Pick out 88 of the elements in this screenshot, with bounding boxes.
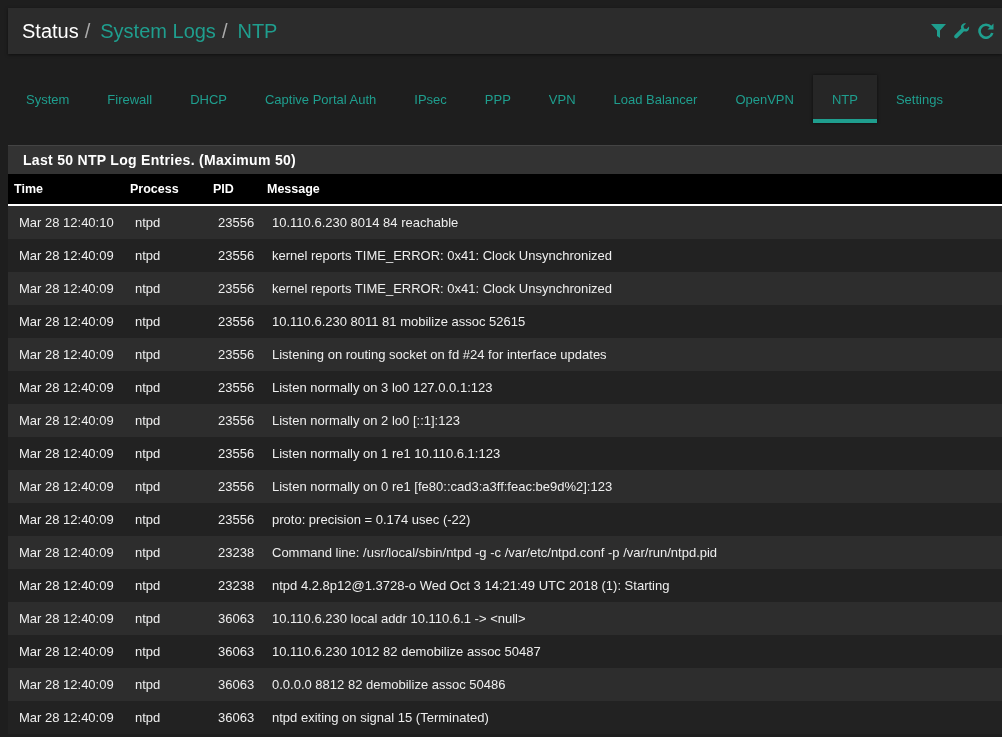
table-cell: ntpd 4.2.8p12@1.3728-o Wed Oct 3 14:21:49 UTC 2018 (1): Starting xyxy=(272,578,670,593)
table-cell-text: ntpd xyxy=(135,248,162,263)
tab[interactable]: PPP xyxy=(465,75,530,123)
breadcrumb-text: Status xyxy=(22,19,79,43)
table-cell-text: Mar 28 12:40:09 xyxy=(19,446,115,461)
table-cell: 10.110.6.230 8014 84 reachable xyxy=(272,215,459,230)
tab[interactable]: Load Balancer xyxy=(594,75,717,123)
table-cell-text: 23238 xyxy=(218,545,256,560)
table-cell: Listening on routing socket on fd #24 for interface updates xyxy=(272,347,607,362)
table-cell-text: 23556 xyxy=(218,446,256,461)
table-cell-text: ntpd xyxy=(135,281,162,296)
table-cell-text: ntpd xyxy=(135,479,162,494)
table-cell-text: ntpd xyxy=(135,380,162,395)
table-cell-text: 23556 xyxy=(218,512,256,527)
table-cell-text: Mar 28 12:40:09 xyxy=(19,248,115,263)
table-cell-text: ntpd xyxy=(135,644,162,659)
breadcrumb-link[interactable]: NTP xyxy=(237,19,278,43)
table-cell-text: ntpd xyxy=(135,677,162,692)
table-cell-text: Mar 28 12:40:09 xyxy=(19,677,115,692)
filter-icon[interactable] xyxy=(931,24,946,38)
tab[interactable]: IPsec xyxy=(395,75,466,123)
table-cell-text: ntpd xyxy=(135,545,162,560)
table-cell-text: 23556 xyxy=(218,380,256,395)
table-cell: proto: precision = 0.174 usec (-22) xyxy=(272,512,471,527)
table-cell-text: Mar 28 12:40:09 xyxy=(19,314,115,329)
table-cell-text: ntpd xyxy=(135,611,162,626)
table-cell-text: 23556 xyxy=(218,347,256,362)
column-header: Message xyxy=(267,182,320,196)
table-cell: Listen normally on 2 lo0 [::1]:123 xyxy=(272,413,460,428)
table-cell-text: 36063 xyxy=(218,644,256,659)
table-cell-text: Mar 28 12:40:09 xyxy=(19,710,115,725)
table-cell-text: ntpd xyxy=(135,512,162,527)
table-cell: ntpd exiting on signal 15 (Terminated) xyxy=(272,710,489,725)
table-cell-text: Mar 28 12:40:09 xyxy=(19,479,115,494)
table-cell-text: Mar 28 12:40:09 xyxy=(19,611,115,626)
table-cell-text: 23556 xyxy=(218,248,256,263)
table-cell: 10.110.6.230 local addr 10.110.6.1 -> <null> xyxy=(272,611,526,626)
table-cell-text: Mar 28 12:40:09 xyxy=(19,347,115,362)
tab[interactable]: Captive Portal Auth xyxy=(246,75,396,123)
table-cell-text: Mar 28 12:40:09 xyxy=(19,644,115,659)
table-cell-text: 23556 xyxy=(218,413,256,428)
tab[interactable]: Firewall xyxy=(88,75,172,123)
table-cell-text: ntpd xyxy=(135,347,162,362)
table-cell-text: Mar 28 12:40:09 xyxy=(19,512,115,527)
tab[interactable]: OpenVPN xyxy=(716,75,813,123)
tab[interactable]: NTP xyxy=(812,75,877,123)
table-cell-text: 36063 xyxy=(218,710,256,725)
table-cell-text: Mar 28 12:40:10 xyxy=(19,215,115,230)
breadcrumb-link[interactable]: System Logs xyxy=(100,19,216,43)
table-cell: kernel reports TIME_ERROR: 0x41: Clock Unsynchronized xyxy=(272,281,613,296)
table-cell-text: Mar 28 12:40:09 xyxy=(19,545,115,560)
table-cell: kernel reports TIME_ERROR: 0x41: Clock Unsynchronized xyxy=(272,248,613,263)
table-cell-text: Mar 28 12:40:09 xyxy=(19,380,115,395)
table-cell-text: ntpd xyxy=(135,578,162,593)
refresh-icon[interactable] xyxy=(978,23,994,39)
column-header: PID xyxy=(213,182,235,196)
table-cell: Listen normally on 1 re1 10.110.6.1:123 xyxy=(272,446,501,461)
tab[interactable]: System xyxy=(8,75,89,123)
tab[interactable]: DHCP xyxy=(171,75,246,123)
column-header: Time xyxy=(14,182,44,196)
column-header: Process xyxy=(130,182,180,196)
tab[interactable]: Settings xyxy=(876,75,962,123)
table-cell-text: Mar 28 12:40:09 xyxy=(19,281,115,296)
tab[interactable]: VPN xyxy=(529,75,595,123)
table-cell: 10.110.6.230 1012 82 demobilize assoc 50487 xyxy=(272,644,541,659)
table-cell-text: 36063 xyxy=(218,611,256,626)
table-cell-text: ntpd xyxy=(135,446,162,461)
table-cell-text: 23556 xyxy=(218,314,256,329)
table-cell: Listen normally on 3 lo0 127.0.0.1:123 xyxy=(272,380,493,395)
table-cell: 10.110.6.230 8011 81 mobilize assoc 52615 xyxy=(272,314,526,329)
table-cell: Listen normally on 0 re1 [fe80::cad3:a3ff:feac:be9d%2]:123 xyxy=(272,479,613,494)
table-cell: 0.0.0.0 8812 82 demobilize assoc 50486 xyxy=(272,677,506,692)
table-cell-text: 23238 xyxy=(218,578,256,593)
table-cell-text: 36063 xyxy=(218,677,256,692)
panel-title: Last 50 NTP Log Entries. (Maximum 50) xyxy=(8,145,1002,174)
wrench-icon[interactable] xyxy=(954,23,970,39)
breadcrumb-separator: / xyxy=(84,19,91,43)
table-cell-text: ntpd xyxy=(135,314,162,329)
table-cell-text: Mar 28 12:40:09 xyxy=(19,578,115,593)
table-cell-text: Mar 28 12:40:09 xyxy=(19,413,115,428)
table-cell-text: 23556 xyxy=(218,479,256,494)
table-cell-text: 23556 xyxy=(218,281,256,296)
table-cell-text: ntpd xyxy=(135,710,162,725)
table-cell-text: 23556 xyxy=(218,215,256,230)
table-cell: Command line: /usr/local/sbin/ntpd -g -c /var/etc/ntpd.conf -p /var/run/ntpd.pid xyxy=(272,545,718,560)
breadcrumb-separator: / xyxy=(221,19,228,43)
table-cell-text: ntpd xyxy=(135,413,162,428)
table-cell-text: ntpd xyxy=(135,215,162,230)
